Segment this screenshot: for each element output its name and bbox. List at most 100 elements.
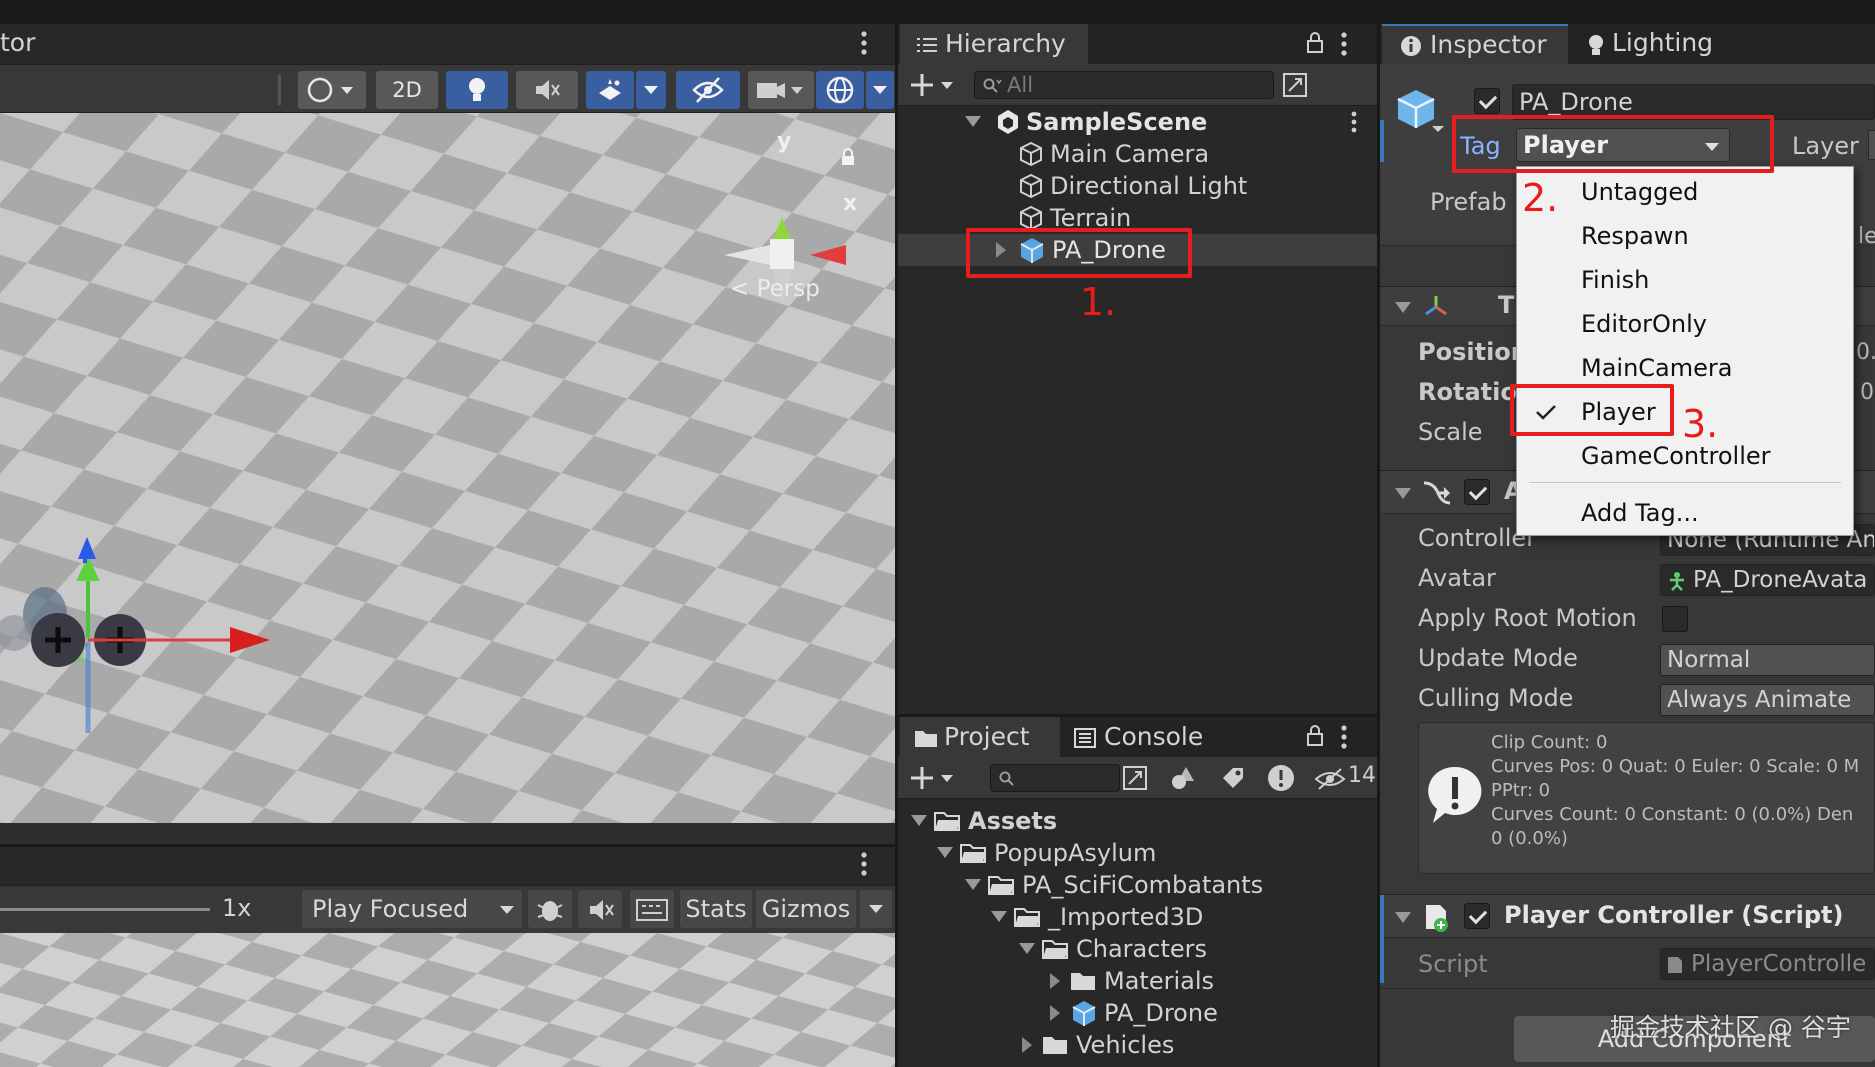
- folder-characters[interactable]: Characters: [898, 933, 1377, 965]
- menu-item-maincamera[interactable]: MainCamera: [1517, 349, 1853, 386]
- audio-toggle-button[interactable]: [516, 71, 578, 109]
- scene-row[interactable]: SampleScene: [898, 106, 1377, 138]
- watermark-text: 掘金技术社区 @ 谷宇: [1610, 1013, 1851, 1042]
- filter-by-label-icon[interactable]: [1220, 765, 1246, 791]
- added-component-bar: [1380, 895, 1384, 983]
- scene-tab-title[interactable]: tor: [0, 28, 35, 57]
- menu-item-respawn[interactable]: Respawn: [1517, 217, 1853, 254]
- play-mode-dropdown[interactable]: Play Focused: [302, 890, 522, 928]
- active-checkbox[interactable]: [1474, 88, 1500, 114]
- hierarchy-item-main-camera[interactable]: Main Camera: [898, 138, 1377, 170]
- tab-hierarchy[interactable]: Hierarchy: [900, 24, 1088, 64]
- folder-label: _Imported3D: [1048, 903, 1204, 931]
- effects-dropdown-button[interactable]: [636, 71, 666, 109]
- editor-top-strip: [0, 0, 1875, 24]
- drone-object[interactable]: [0, 533, 290, 733]
- debug-toggle-button[interactable]: [528, 890, 572, 928]
- expanded-arrow-icon: [937, 847, 953, 858]
- more-options-icon[interactable]: [858, 30, 870, 56]
- scene-viewport[interactable]: y x < Persp: [0, 113, 895, 844]
- folder-label: Materials: [1104, 967, 1215, 995]
- hierarchy-tabbar: Hierarchy: [898, 24, 1377, 64]
- search-icon: [999, 771, 1014, 786]
- culling-mode-label: Culling Mode: [1418, 684, 1574, 712]
- gizmo-y-label: y: [777, 129, 792, 154]
- menu-item-editoronly[interactable]: EditorOnly: [1517, 305, 1853, 342]
- toggle-2d-button[interactable]: 2D: [376, 71, 438, 109]
- folder-popupasylum[interactable]: PopupAsylum: [898, 837, 1377, 869]
- script-field: PlayerControlle: [1660, 948, 1875, 980]
- prefab-large-icon: [1397, 90, 1444, 132]
- gizmo-lock-icon[interactable]: [840, 148, 856, 166]
- folder-pa-scificombatants[interactable]: PA_SciFiCombatants: [898, 869, 1377, 901]
- gizmos-menu-button[interactable]: [860, 890, 892, 928]
- effects-toggle-button[interactable]: [586, 71, 634, 109]
- hierarchy-search-input[interactable]: All: [974, 71, 1274, 99]
- apply-root-motion-checkbox[interactable]: [1662, 606, 1688, 632]
- gizmo-x-label: x: [843, 191, 858, 216]
- game-audio-button[interactable]: [578, 890, 622, 928]
- menu-item-add-tag[interactable]: Add Tag...: [1517, 494, 1853, 531]
- search-placeholder: All: [1007, 73, 1034, 97]
- hidden-packages-icon[interactable]: [1314, 767, 1346, 791]
- gizmos-toggle-button[interactable]: [816, 71, 864, 109]
- scale-slider[interactable]: [0, 908, 210, 911]
- unity-scene-icon: [998, 110, 1018, 134]
- menu-item-finish[interactable]: Finish: [1517, 261, 1853, 298]
- tab-lighting[interactable]: Lighting: [1586, 24, 1766, 64]
- culling-mode-dropdown[interactable]: Always Animate: [1660, 684, 1875, 716]
- apply-root-motion-label: Apply Root Motion: [1418, 604, 1637, 632]
- layer-dropdown[interactable]: [1868, 130, 1875, 160]
- folder-materials[interactable]: Materials: [898, 965, 1377, 997]
- lock-icon[interactable]: [1306, 724, 1324, 748]
- project-search-input[interactable]: [990, 764, 1120, 792]
- inspector-tabbar: Inspector Lighting: [1380, 24, 1875, 64]
- stats-button[interactable]: Stats: [680, 890, 752, 928]
- animator-enabled-checkbox[interactable]: [1464, 479, 1490, 505]
- tab-console[interactable]: Console: [1074, 717, 1254, 757]
- asset-pa-drone[interactable]: PA_Drone: [898, 997, 1377, 1029]
- gizmos-button[interactable]: Gizmos: [756, 890, 856, 928]
- folder-imported3d[interactable]: _Imported3D: [898, 901, 1377, 933]
- folder-vehicles[interactable]: Vehicles: [898, 1029, 1377, 1061]
- lock-icon[interactable]: [1306, 31, 1324, 55]
- projection-label[interactable]: < Persp: [730, 276, 820, 302]
- search-options-icon[interactable]: [1282, 72, 1308, 98]
- project-panel: Project Console 14 Assets PopupAsylum PA…: [898, 714, 1377, 1067]
- update-mode-dropdown[interactable]: Normal: [1660, 644, 1875, 676]
- shading-sphere-icon: [307, 77, 353, 103]
- update-mode-label: Update Mode: [1418, 644, 1578, 672]
- animator-icon: [1423, 481, 1451, 505]
- keyboard-shortcuts-button[interactable]: [630, 890, 674, 928]
- gizmos-dropdown-button[interactable]: [866, 71, 894, 109]
- scale-value: 1x: [222, 894, 252, 922]
- annotation-step1: 1.: [1080, 280, 1117, 324]
- player-controller-header[interactable]: Player Controller (Script): [1380, 894, 1875, 983]
- folder-assets[interactable]: Assets: [898, 805, 1377, 837]
- game-more-options-icon[interactable]: [858, 851, 870, 877]
- player-controller-checkbox[interactable]: [1464, 903, 1490, 929]
- hierarchy-item-directional-light[interactable]: Directional Light: [898, 170, 1377, 202]
- folder-label: PA_SciFiCombatants: [1022, 871, 1264, 899]
- game-viewport[interactable]: [0, 933, 895, 1067]
- filter-by-type-icon[interactable]: [1170, 763, 1200, 793]
- tab-inspector[interactable]: Inspector: [1382, 24, 1568, 64]
- more-options-icon[interactable]: [1338, 724, 1350, 750]
- console-icon: [1074, 728, 1096, 748]
- hidden-count: 14: [1348, 763, 1376, 788]
- warning-filter-icon[interactable]: [1266, 763, 1296, 793]
- orientation-gizmo[interactable]: [710, 143, 860, 383]
- avatar-field[interactable]: PA_DroneAvata: [1660, 564, 1875, 596]
- more-options-icon[interactable]: [1338, 31, 1350, 57]
- add-create-icon[interactable]: [910, 765, 958, 791]
- add-create-icon[interactable]: [910, 72, 958, 98]
- annotation-step2: 2.: [1522, 176, 1559, 220]
- search-options-icon[interactable]: [1122, 765, 1148, 791]
- camera-settings-button[interactable]: [748, 71, 814, 109]
- shading-mode-button[interactable]: [298, 71, 366, 109]
- chevron-down-icon: [644, 86, 658, 94]
- scene-visibility-button[interactable]: [676, 71, 740, 109]
- menu-item-untagged[interactable]: Untagged: [1517, 173, 1853, 210]
- lighting-toggle-button[interactable]: [446, 71, 508, 109]
- tab-project[interactable]: Project: [900, 717, 1060, 757]
